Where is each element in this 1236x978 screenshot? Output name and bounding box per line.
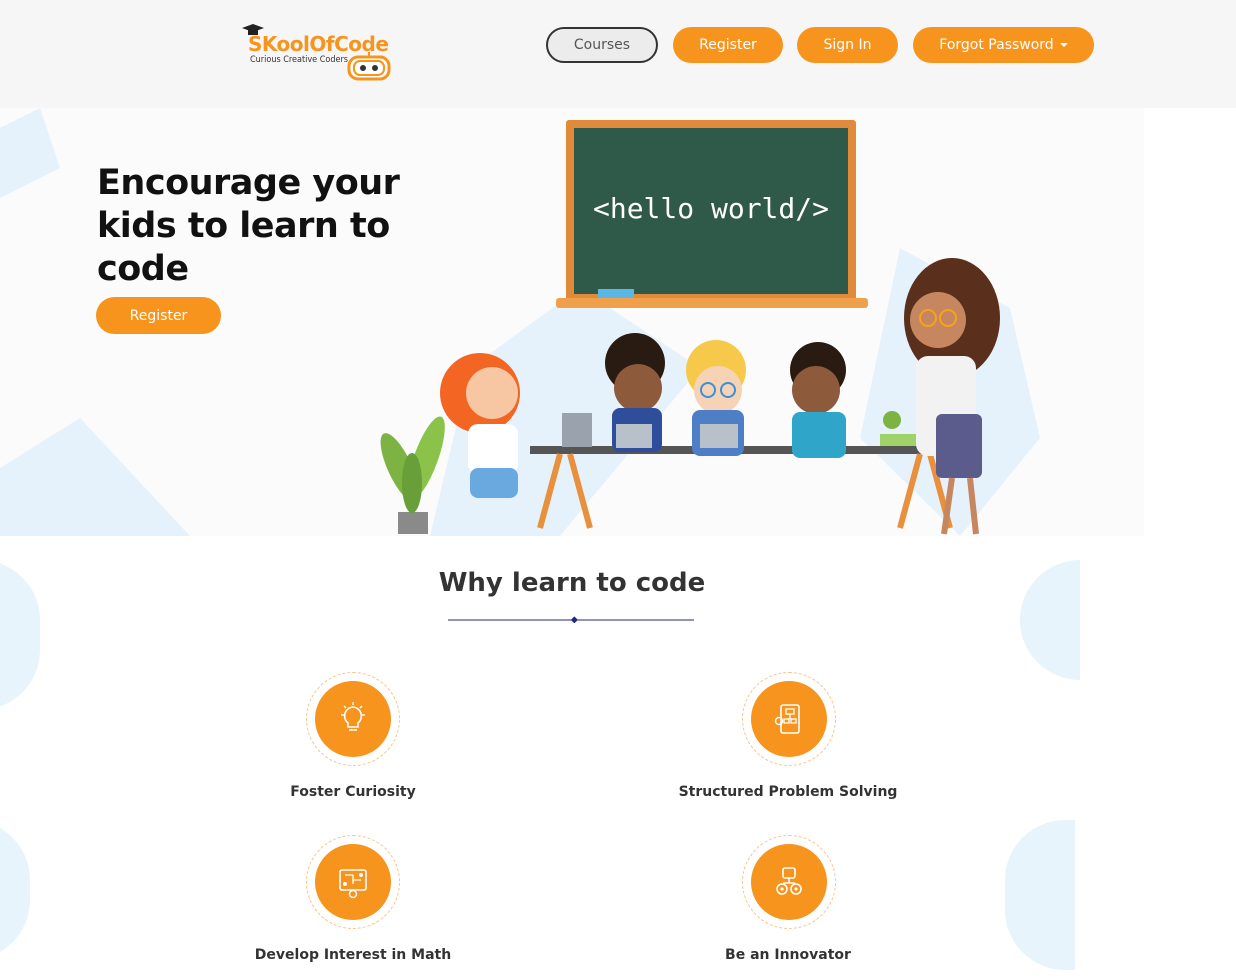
hero-section: Encourage your kids to learn to code Reg… <box>0 108 1144 536</box>
feature-innovator-badge <box>742 835 836 929</box>
logo[interactable]: SKoolOfCode Curious Creative Coders <box>240 24 410 86</box>
courses-button[interactable]: Courses <box>546 27 658 63</box>
register-nav-button[interactable]: Register <box>673 27 783 63</box>
sign-in-label: Sign In <box>823 37 872 53</box>
bg-shape-left-bottom <box>0 820 30 960</box>
feature-label-math: Develop Interest in Math <box>254 947 452 963</box>
lightbulb-icon <box>341 702 365 731</box>
register-nav-label: Register <box>699 37 757 53</box>
eraser <box>598 289 634 298</box>
feature-label-foster-curiosity: Foster Curiosity <box>290 784 416 800</box>
hero-register-label: Register <box>129 307 188 324</box>
robot-face-icon <box>347 52 391 81</box>
bg-shape-right-bottom <box>1005 820 1075 970</box>
feature-label-problem-solving: Structured Problem Solving <box>678 784 898 800</box>
forgot-password-label: Forgot Password <box>939 37 1054 53</box>
forgot-password-dropdown[interactable]: Forgot Password <box>913 27 1094 63</box>
site-header: SKoolOfCode Curious Creative Coders Cour… <box>0 0 1236 108</box>
caret-down-icon <box>1059 43 1068 47</box>
feature-math-badge <box>306 835 400 929</box>
feature-label-innovator: Be an Innovator <box>725 947 851 963</box>
why-section-title: Why learn to code <box>438 568 706 598</box>
logo-tagline: Curious Creative Coders <box>250 55 349 65</box>
section-divider <box>448 616 694 623</box>
feature-problem-solving-badge <box>742 672 836 766</box>
courses-label: Courses <box>573 37 631 53</box>
board-text: <hello world/> <box>593 192 829 225</box>
plant-pot <box>398 512 428 534</box>
classroom-illustration: <hello world/> <box>380 120 1000 535</box>
table-top <box>530 446 970 454</box>
robot-gears-icon <box>776 867 802 895</box>
flowchart-icon <box>774 704 800 734</box>
chalkboard-ledge <box>556 298 868 308</box>
sign-in-button[interactable]: Sign In <box>797 27 898 63</box>
feature-foster-curiosity-badge <box>306 672 400 766</box>
circuit-board-icon <box>339 869 367 899</box>
hero-register-button[interactable]: Register <box>96 297 221 334</box>
